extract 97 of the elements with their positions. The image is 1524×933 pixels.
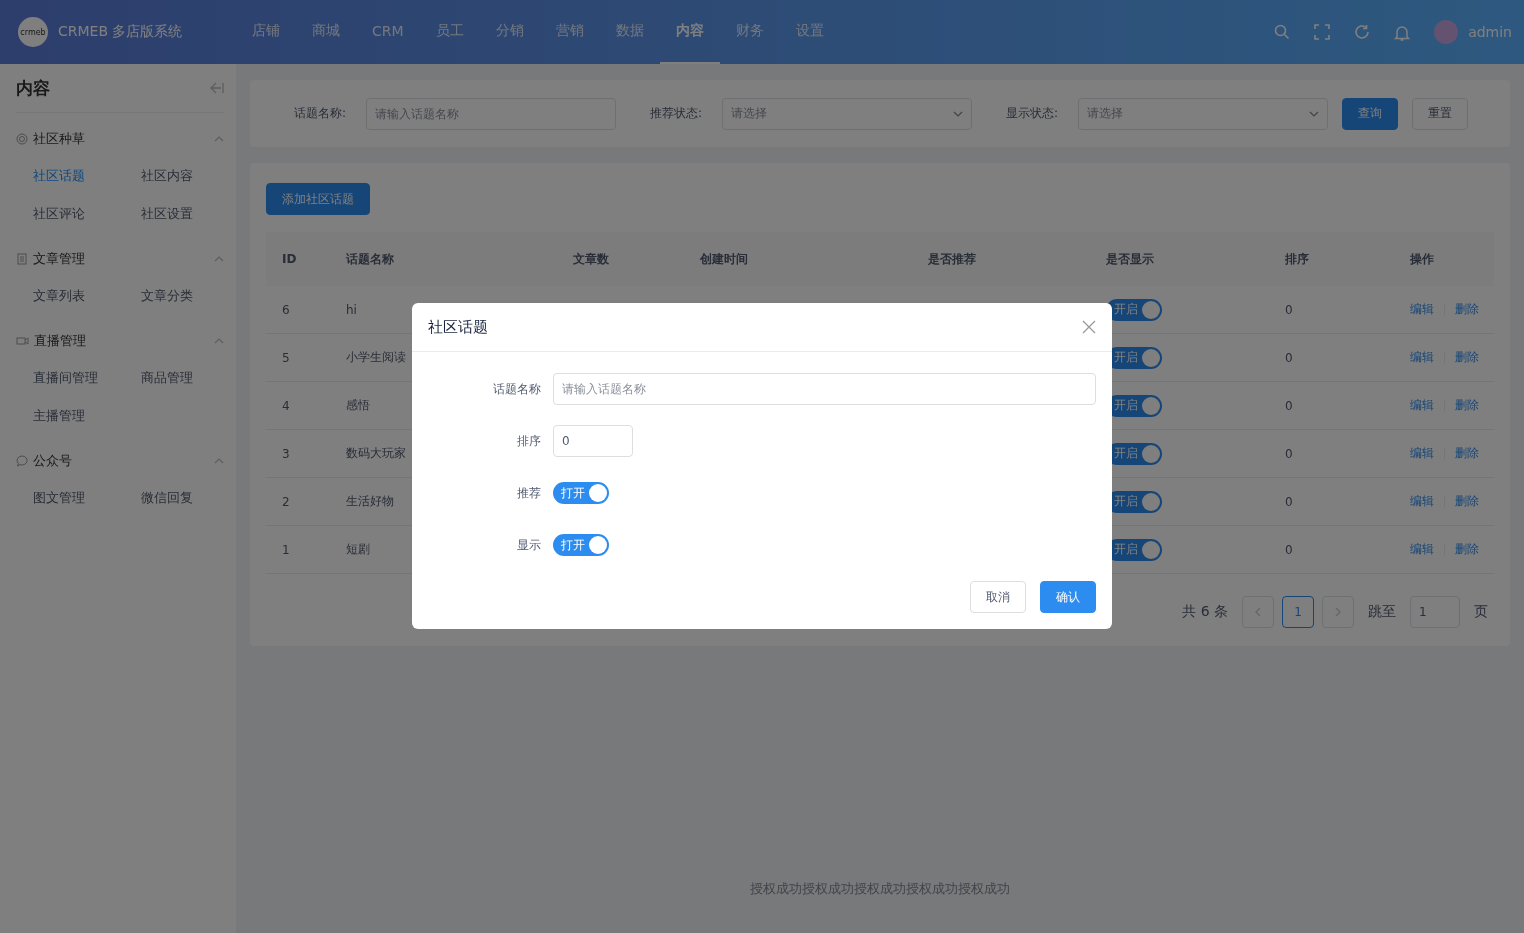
action-link[interactable]: 编辑 — [1410, 301, 1434, 318]
nav-tab[interactable]: 设置 — [779, 0, 840, 64]
nav-tab[interactable]: CRM — [356, 0, 420, 64]
document-icon — [16, 253, 28, 265]
collapse-icon[interactable] — [210, 82, 224, 94]
dialog-title: 社区话题 — [428, 317, 488, 337]
action-link[interactable]: 删除 — [1455, 301, 1479, 318]
filter-label: 显示状态: — [1006, 105, 1060, 122]
menu-item[interactable]: 主播管理 — [33, 397, 141, 435]
nav-tab[interactable]: 商城 — [296, 0, 356, 64]
nav-tab[interactable]: 员工 — [419, 0, 480, 64]
target-icon — [16, 133, 28, 145]
table-cell: 1 — [266, 526, 330, 574]
table-cell: 0 — [1269, 382, 1394, 430]
table-cell: 0 — [1269, 478, 1394, 526]
menu-item[interactable]: 图文管理 — [33, 479, 141, 517]
menu-item[interactable]: 社区内容 — [141, 157, 241, 195]
action-link[interactable]: 编辑 — [1410, 541, 1434, 558]
form-label: 话题名称 — [492, 380, 542, 398]
chevron-right-icon — [1335, 607, 1341, 617]
action-link[interactable]: 编辑 — [1410, 349, 1434, 366]
table-cell: 5 — [266, 334, 330, 382]
chevron-icon[interactable] — [214, 338, 224, 344]
action-link[interactable]: 删除 — [1455, 541, 1479, 558]
bell-icon[interactable] — [1394, 23, 1411, 41]
action-link[interactable]: 删除 — [1455, 397, 1479, 414]
chevron-icon[interactable] — [214, 256, 224, 262]
table-cell: 0 — [1269, 334, 1394, 382]
next-page-button[interactable] — [1322, 596, 1354, 628]
confirm-button[interactable]: 确认 — [1040, 581, 1096, 613]
close-icon[interactable] — [1082, 320, 1096, 334]
table-cell: 0 — [1269, 430, 1394, 478]
menu-item[interactable]: 社区话题 — [33, 157, 141, 195]
menu-item[interactable]: 文章列表 — [33, 277, 141, 315]
total-count: 共 6 条 — [1182, 603, 1228, 621]
chevron-icon[interactable] — [214, 136, 224, 142]
nav-tab[interactable]: 分销 — [479, 0, 540, 64]
menu-item[interactable]: 直播间管理 — [33, 359, 141, 397]
nav-tab[interactable]: 内容 — [659, 0, 720, 64]
sidebar-title: 内容 — [16, 76, 50, 100]
nav-tab[interactable]: 财务 — [719, 0, 780, 64]
user-avatar[interactable] — [1434, 20, 1459, 44]
search-icon[interactable] — [1274, 24, 1291, 40]
topic-name-field[interactable]: 请输入话题名称 — [553, 373, 1096, 405]
form-label: 显示 — [516, 536, 542, 554]
table-cell: 2 — [266, 478, 330, 526]
table-cell: 0 — [1269, 286, 1394, 334]
nav-tab[interactable]: 数据 — [599, 0, 660, 64]
nav-tab[interactable]: 店铺 — [236, 0, 296, 64]
action-link[interactable]: 删除 — [1455, 445, 1479, 462]
search-button[interactable]: 查询 — [1342, 97, 1398, 130]
refresh-icon[interactable] — [1354, 24, 1371, 40]
menu-item[interactable]: 商品管理 — [141, 359, 241, 397]
menu-item[interactable]: 社区设置 — [141, 195, 241, 233]
filter-label: 推荐状态: — [650, 105, 704, 122]
switch-toggle[interactable]: 打开 — [553, 482, 609, 504]
action-link[interactable]: 编辑 — [1410, 493, 1434, 510]
jump-label: 跳至 — [1368, 603, 1396, 621]
menu-group[interactable]: 直播管理 — [34, 332, 86, 350]
menu-item[interactable]: 微信回复 — [141, 479, 241, 517]
menu-group[interactable]: 社区种草 — [33, 130, 85, 148]
table-cell: 0 — [1269, 526, 1394, 574]
cancel-button[interactable]: 取消 — [970, 581, 1026, 613]
form-label: 推荐 — [516, 484, 542, 502]
chevron-left-icon — [1255, 607, 1261, 617]
menu-group[interactable]: 文章管理 — [33, 250, 85, 268]
filter-label: 话题名称: — [294, 105, 348, 122]
page-button[interactable]: 1 — [1282, 596, 1314, 628]
table-cell: 6 — [266, 286, 330, 334]
show-toggle[interactable]: 开启 — [1106, 298, 1162, 321]
chat-bubble-icon — [16, 455, 28, 467]
user-name[interactable]: admin — [1468, 24, 1512, 40]
switch-toggle[interactable]: 打开 — [553, 534, 609, 556]
fullscreen-icon[interactable] — [1314, 24, 1331, 40]
add-topic-button[interactable]: 添加社区话题 — [266, 183, 370, 215]
sort-field[interactable]: 0 — [553, 425, 633, 457]
action-link[interactable]: 编辑 — [1410, 445, 1434, 462]
action-link[interactable]: 删除 — [1455, 493, 1479, 510]
menu-group[interactable]: 公众号 — [33, 452, 72, 470]
video-camera-icon — [16, 335, 29, 347]
app-title: CRMEB 多店版系统 — [58, 23, 183, 41]
logo: crmeb — [18, 17, 48, 47]
menu-item[interactable]: 社区评论 — [33, 195, 141, 233]
chevron-down-icon[interactable] — [1309, 110, 1319, 117]
action-link[interactable]: 删除 — [1455, 349, 1479, 366]
nav-tab[interactable]: 营销 — [539, 0, 600, 64]
action-link[interactable]: 编辑 — [1410, 397, 1434, 414]
table-cell: 4 — [266, 382, 330, 430]
reset-button[interactable]: 重置 — [1412, 97, 1468, 130]
page-unit: 页 — [1474, 603, 1488, 621]
chevron-icon[interactable] — [214, 458, 224, 464]
chevron-down-icon[interactable] — [953, 110, 963, 117]
prev-page-button[interactable] — [1242, 596, 1274, 628]
form-label: 排序 — [516, 432, 542, 450]
menu-item[interactable]: 文章分类 — [141, 277, 241, 315]
page-jump-field[interactable]: 1 — [1410, 596, 1460, 628]
table-cell: 3 — [266, 430, 330, 478]
